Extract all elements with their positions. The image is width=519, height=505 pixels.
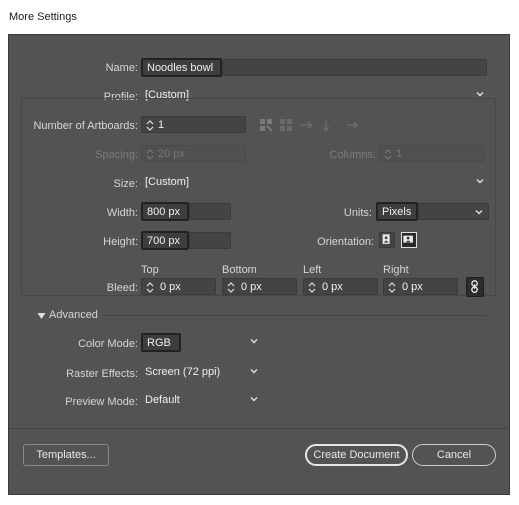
width-label: Width:: [106, 207, 138, 219]
footer-separator: [9, 428, 509, 429]
color-mode-dropdown-extension[interactable]: [181, 334, 263, 351]
units-label: Units:: [343, 207, 372, 219]
title-bar: More Settings: [0, 0, 519, 34]
columns-input[interactable]: 1: [379, 145, 484, 162]
more-settings-window: More Settings Name: Noodles bowl Profile…: [0, 0, 519, 505]
width-input[interactable]: 800 px: [141, 202, 189, 221]
spacing-input[interactable]: 20 px: [141, 145, 246, 162]
window-title: More Settings: [9, 11, 77, 23]
raster-effects-dropdown[interactable]: Screen (72 ppi): [141, 364, 263, 381]
color-mode-dropdown[interactable]: RGB: [141, 333, 181, 352]
spinner-icon[interactable]: [307, 281, 317, 294]
spacing-label: Spacing:: [95, 149, 138, 161]
triangle-down-icon[interactable]: [37, 312, 46, 320]
height-input-extension[interactable]: [189, 232, 231, 249]
artboards-input[interactable]: 1: [141, 116, 246, 133]
bleed-left-label: Left: [303, 264, 322, 276]
bleed-bottom-label: Bottom: [222, 264, 257, 276]
bleed-top-label: Top: [141, 264, 159, 276]
right-to-left-icon[interactable]: [344, 117, 360, 133]
name-label: Name:: [105, 62, 138, 74]
spinner-icon[interactable]: [145, 281, 155, 294]
portrait-icon[interactable]: [379, 232, 395, 248]
name-input[interactable]: Noodles bowl: [141, 58, 222, 77]
chevron-down-icon: [476, 179, 484, 184]
spinner-icon: [146, 149, 154, 160]
chevron-down-icon: [475, 210, 483, 215]
arrange-by-column-icon[interactable]: [318, 117, 334, 133]
size-dropdown[interactable]: [Custom]: [141, 174, 489, 191]
bleed-top-input[interactable]: 0 px: [141, 278, 216, 295]
size-label: Size:: [113, 178, 138, 190]
artboards-label: Number of Artboards:: [33, 120, 138, 132]
preview-mode-label: Preview Mode:: [65, 396, 138, 408]
advanced-separator: [103, 315, 487, 316]
chevron-down-icon: [250, 369, 258, 374]
chevron-down-icon: [250, 339, 258, 344]
preview-mode-dropdown[interactable]: Default: [141, 392, 263, 409]
advanced-toggle[interactable]: Advanced: [49, 309, 98, 321]
bleed-right-input[interactable]: 0 px: [383, 278, 458, 295]
color-mode-label: Color Mode:: [78, 338, 138, 350]
columns-label: Columns:: [329, 149, 376, 161]
orientation-label: Orientation:: [317, 236, 374, 248]
name-input-extension[interactable]: [222, 59, 487, 76]
cancel-button[interactable]: Cancel: [412, 444, 496, 466]
create-document-button[interactable]: Create Document: [305, 444, 408, 466]
spinner-icon[interactable]: [145, 119, 155, 132]
units-dropdown-extension[interactable]: [418, 203, 489, 220]
arrange-by-row-icon[interactable]: [298, 117, 314, 133]
grid-by-row-icon[interactable]: [258, 117, 274, 133]
units-dropdown[interactable]: Pixels: [376, 202, 418, 221]
spinner-icon[interactable]: [226, 281, 236, 294]
bleed-label: Bleed:: [106, 282, 138, 294]
templates-button[interactable]: Templates...: [23, 444, 109, 466]
chevron-down-icon: [250, 397, 258, 402]
height-input[interactable]: 700 px: [141, 231, 189, 250]
raster-effects-label: Raster Effects:: [66, 368, 138, 380]
spinner-icon: [384, 149, 392, 160]
bleed-right-label: Right: [383, 264, 409, 276]
bleed-bottom-input[interactable]: 0 px: [222, 278, 297, 295]
height-label: Height:: [103, 236, 138, 248]
width-input-extension[interactable]: [189, 203, 231, 220]
spinner-icon[interactable]: [387, 281, 397, 294]
grid-by-column-icon[interactable]: [278, 117, 294, 133]
landscape-icon[interactable]: [401, 232, 417, 248]
link-icon[interactable]: [466, 277, 484, 297]
bleed-left-input[interactable]: 0 px: [303, 278, 378, 295]
